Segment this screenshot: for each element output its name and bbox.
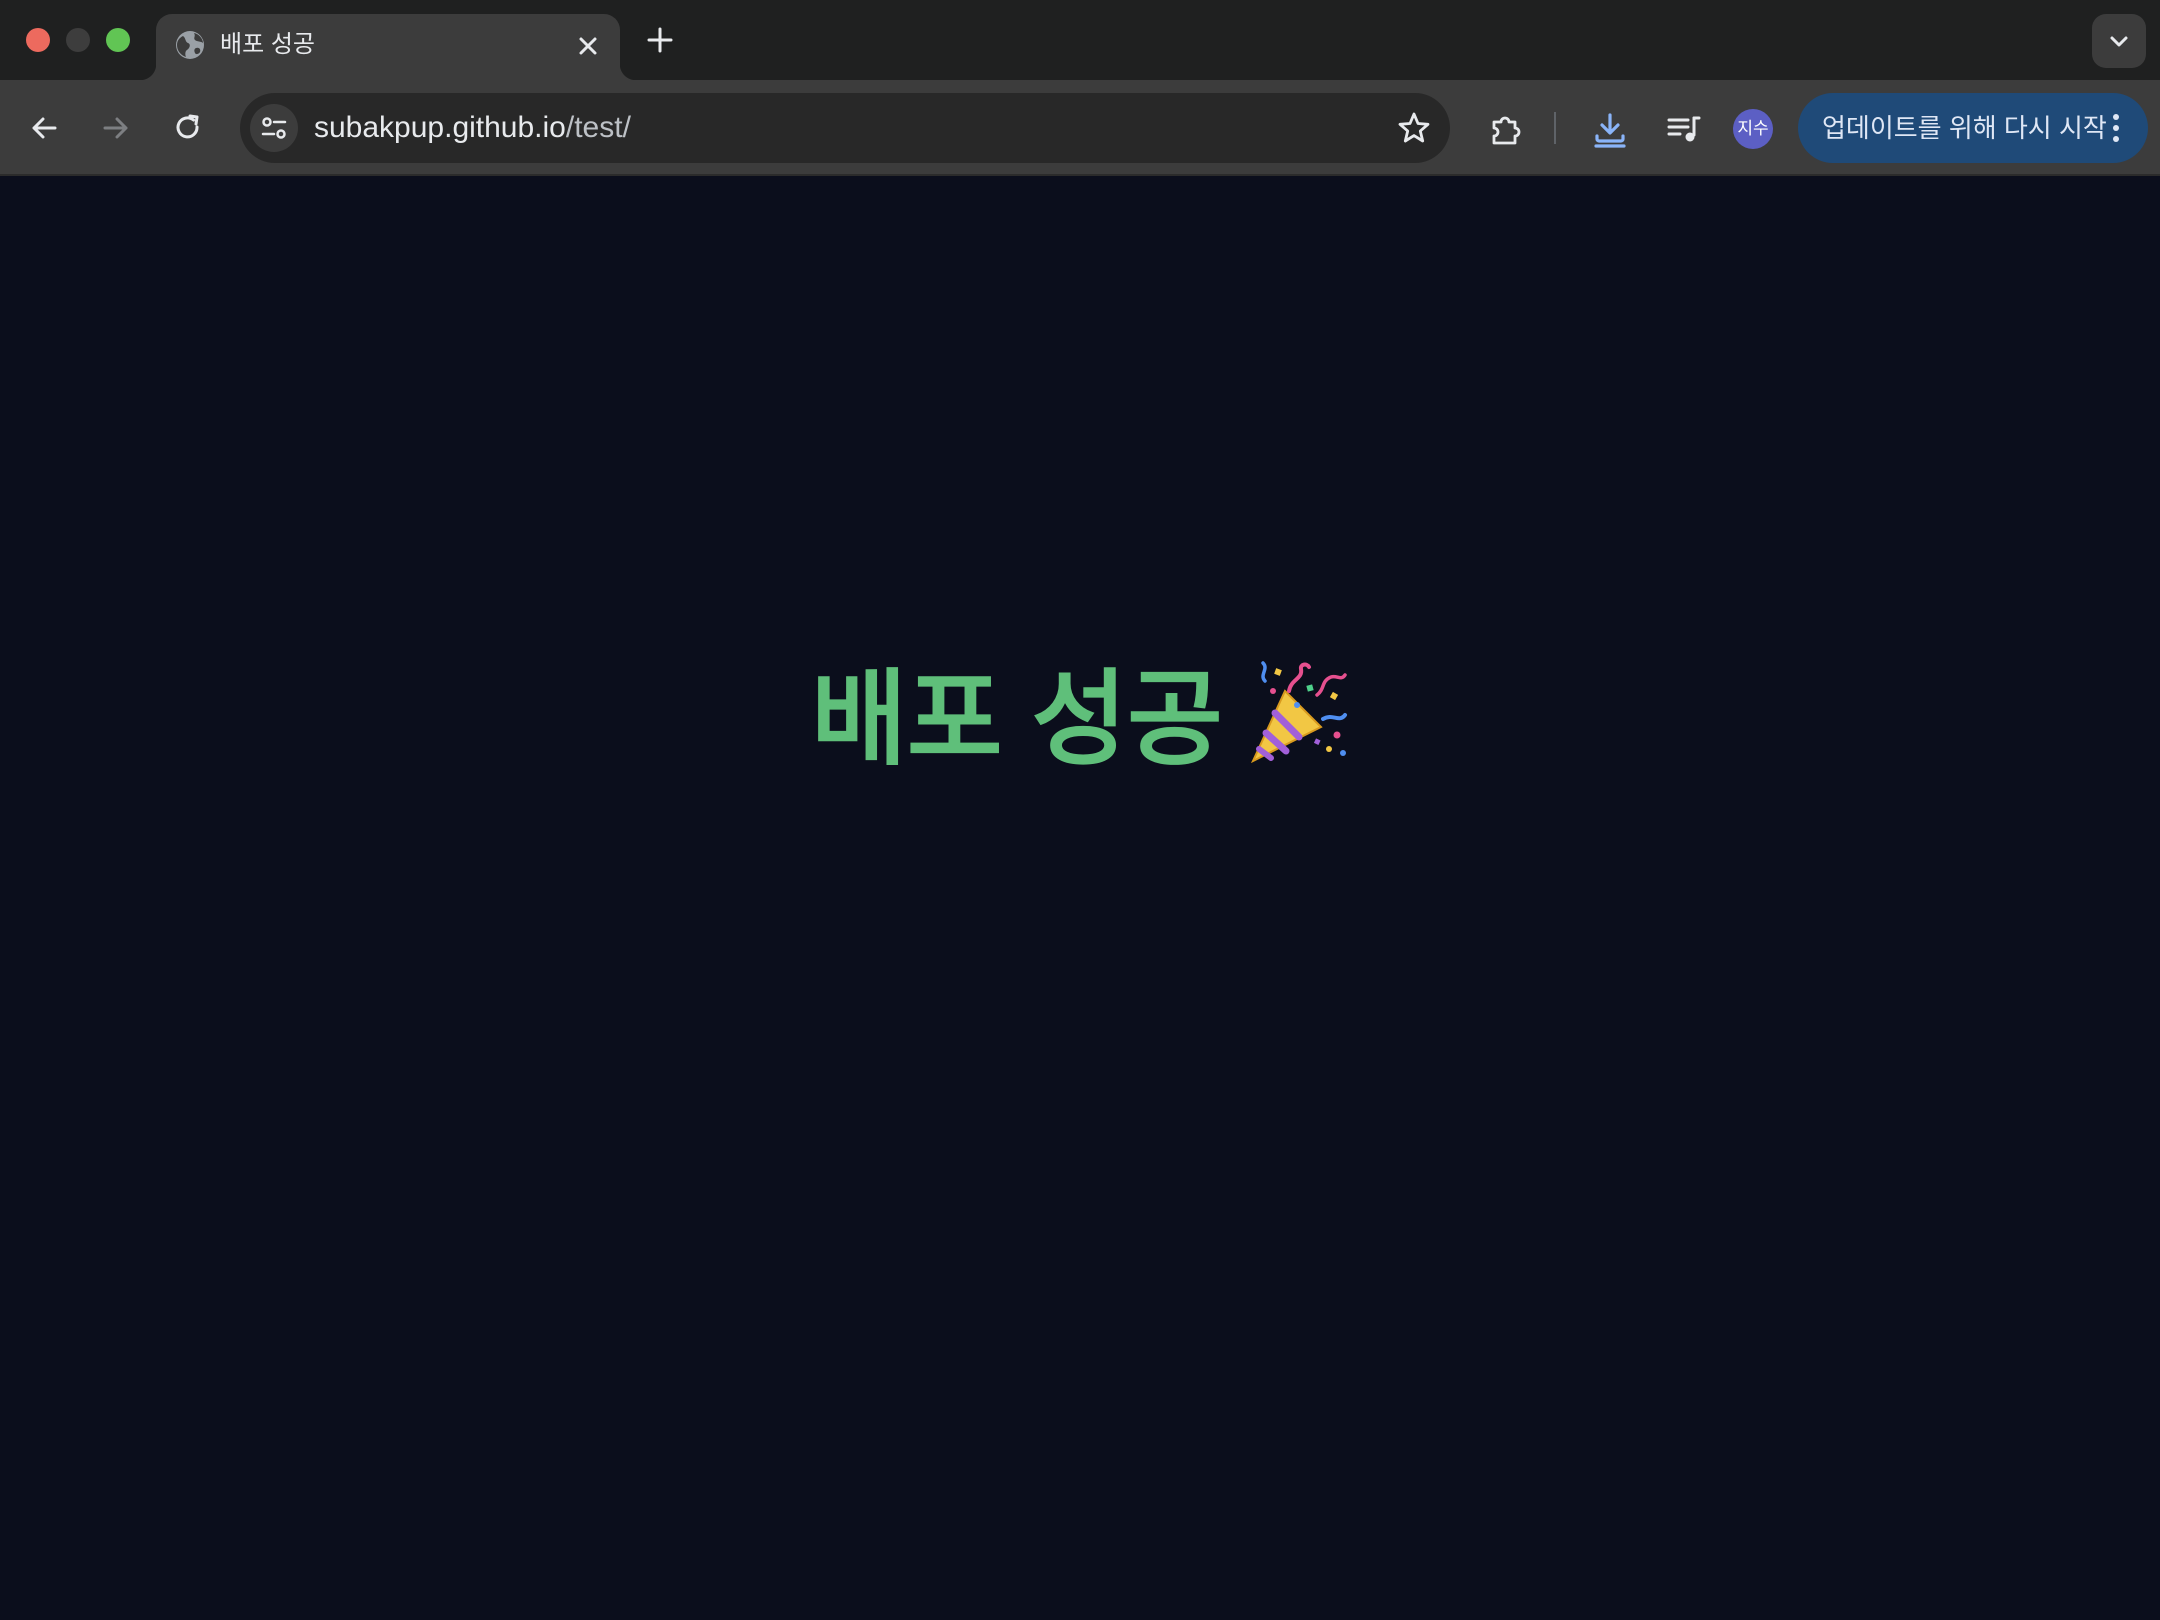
tab-strip: 배포 성공 (0, 0, 2160, 80)
url-host: subakpup.github.io (314, 111, 566, 144)
chevron-down-icon (2110, 36, 2128, 47)
back-button[interactable] (20, 104, 68, 152)
update-restart-label: 업데이트를 위해 다시 시작 (1822, 113, 2107, 143)
playlist-music-icon (1667, 116, 1701, 142)
page-heading: 배포 성공 (0, 658, 2160, 792)
media-controls-button[interactable] (1658, 104, 1706, 152)
address-bar[interactable]: subakpup.github.io/test/ (240, 93, 1450, 163)
site-settings-icon[interactable] (250, 104, 298, 152)
tab-title: 배포 성공 (220, 31, 315, 58)
window-minimize-button[interactable] (66, 28, 90, 52)
browser-toolbar: subakpup.github.io/test/ 지수 업데이트를 위해 다시 … (0, 80, 2160, 176)
update-restart-button[interactable]: 업데이트를 위해 다시 시작 (1798, 93, 2148, 163)
plus-icon (647, 27, 673, 53)
arrow-right-icon (103, 117, 128, 139)
page-viewport (0, 176, 2160, 1620)
tab-search-button[interactable] (2092, 14, 2146, 68)
reload-button[interactable] (164, 104, 212, 152)
puzzle-piece-icon (1492, 116, 1521, 145)
profile-avatar[interactable]: 지수 (1733, 109, 1773, 149)
window-maximize-button[interactable] (106, 28, 130, 52)
active-tab[interactable]: 배포 성공 (140, 14, 636, 80)
bookmark-star-icon[interactable] (1396, 110, 1432, 146)
close-icon[interactable] (574, 32, 602, 60)
heading-text: 배포 성공 (811, 662, 1223, 778)
globe-icon (174, 29, 206, 61)
party-popper-icon (1245, 661, 1349, 792)
extensions-button[interactable] (1480, 104, 1528, 152)
new-tab-button[interactable] (644, 24, 676, 56)
url-path: /test/ (565, 111, 631, 144)
url-text[interactable]: subakpup.github.io/test/ (314, 110, 631, 146)
reload-icon (176, 114, 199, 139)
download-icon (1594, 113, 1626, 148)
more-vertical-icon[interactable] (2100, 112, 2132, 144)
toolbar-divider (1554, 112, 1556, 144)
window-close-button[interactable] (26, 28, 50, 52)
downloads-button[interactable] (1584, 104, 1632, 152)
forward-button[interactable] (92, 104, 140, 152)
arrow-left-icon (32, 117, 57, 139)
